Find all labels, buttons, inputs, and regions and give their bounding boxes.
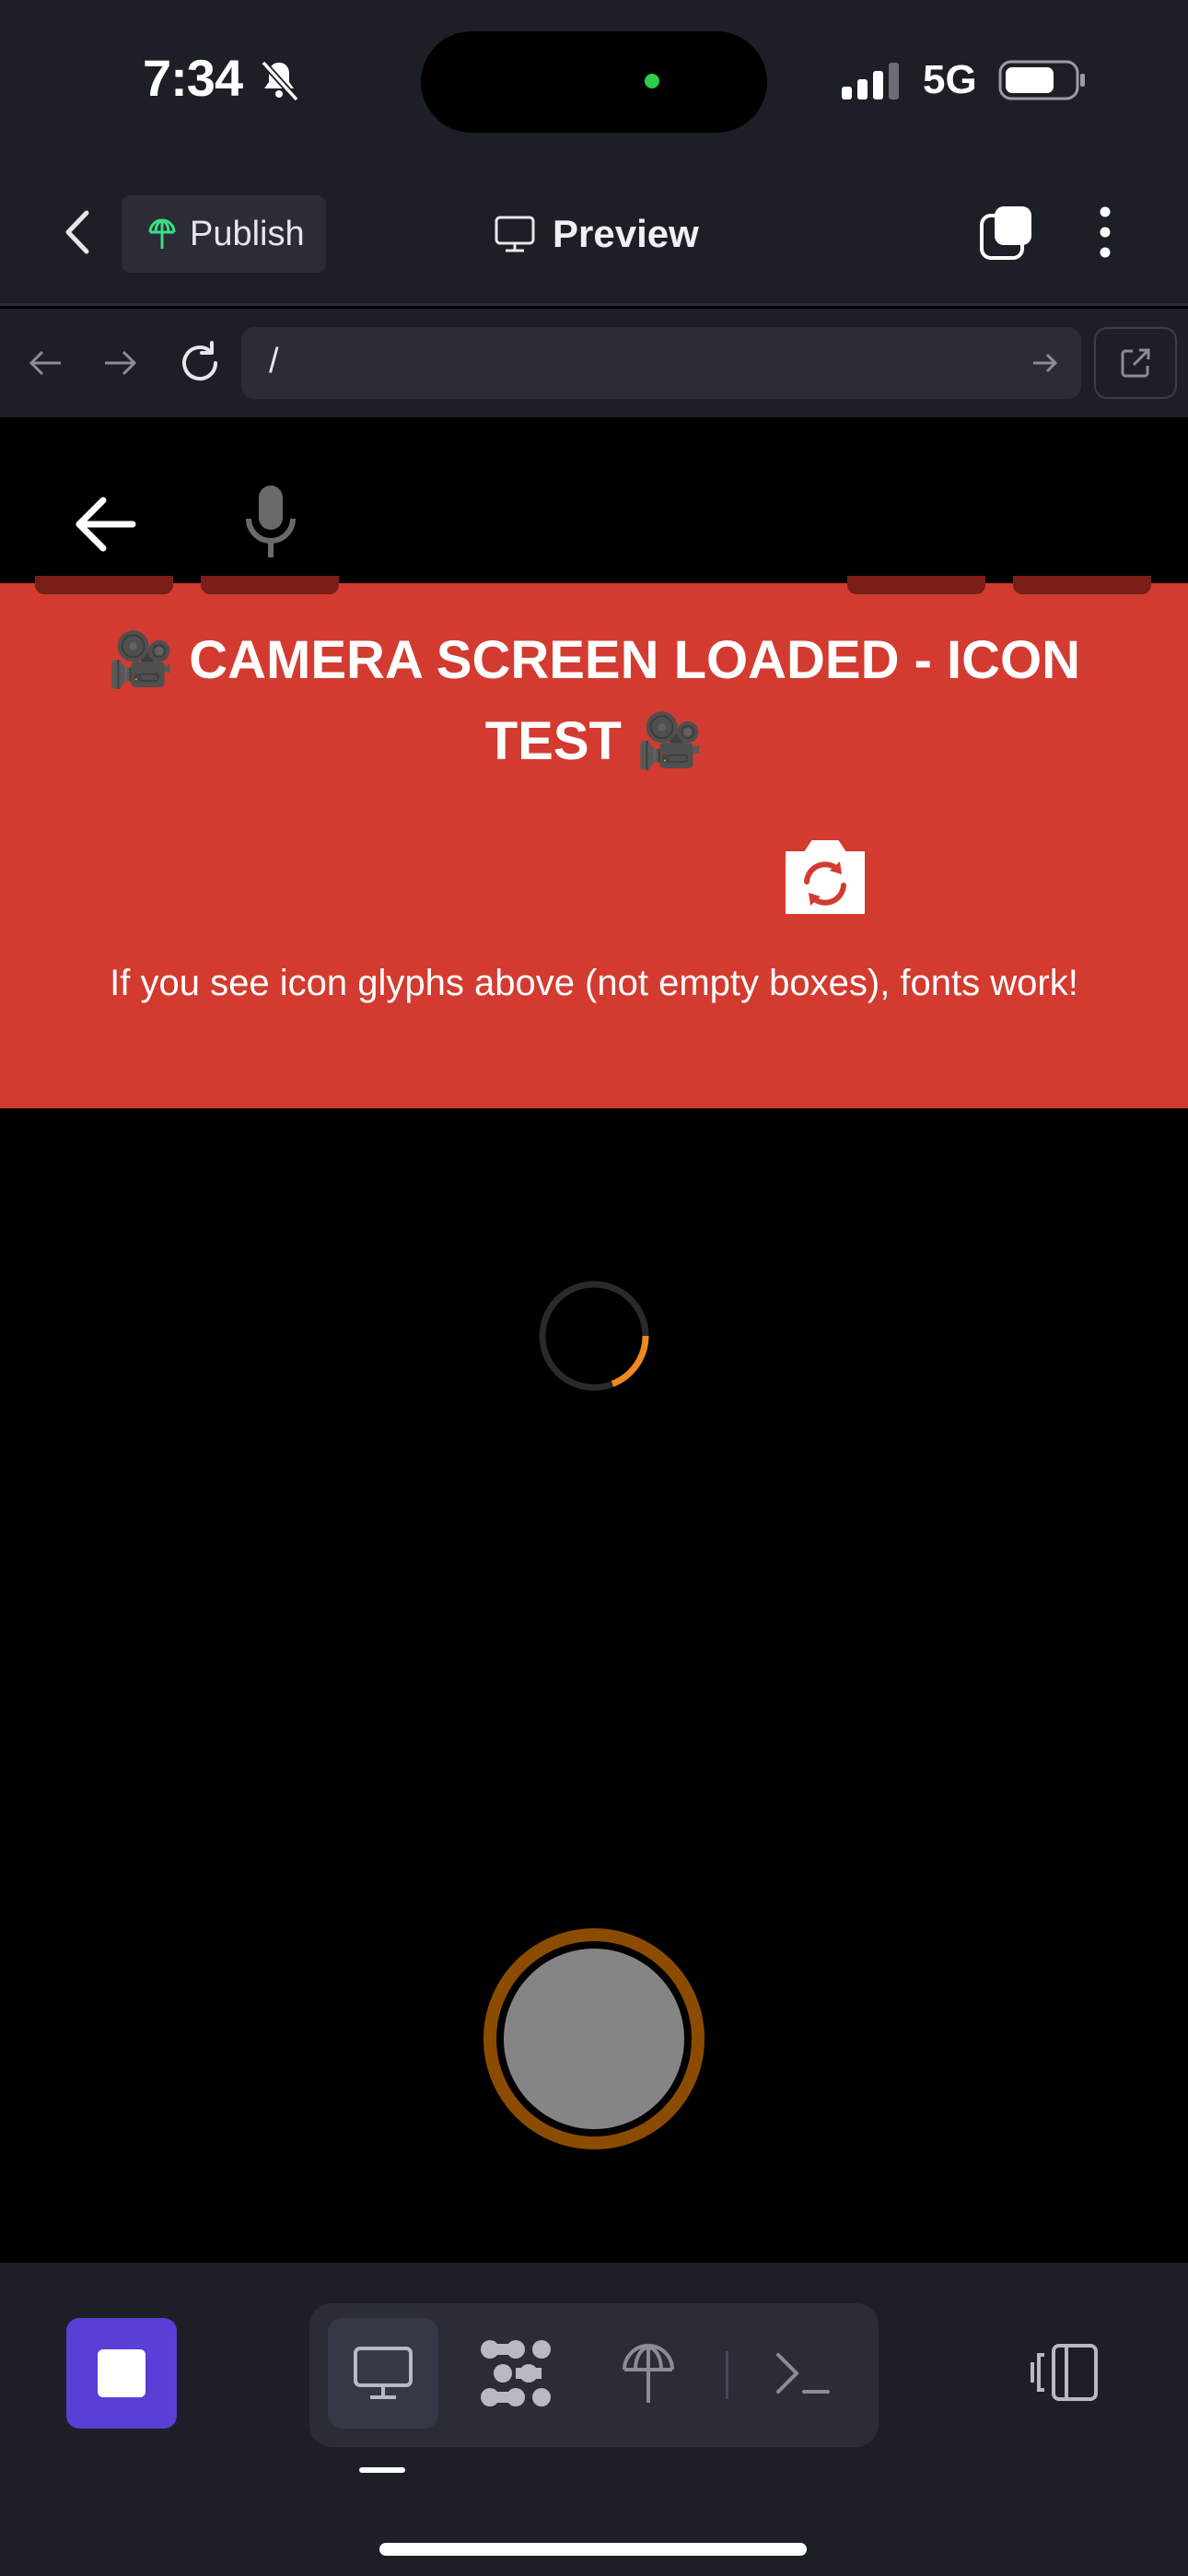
reload-icon[interactable] [175, 338, 225, 388]
active-tab-indicator [359, 2467, 405, 2473]
tool-preview[interactable] [328, 2318, 438, 2429]
stop-button[interactable] [66, 2318, 177, 2429]
loading-spinner-icon [539, 1281, 649, 1391]
tool-console[interactable] [748, 2318, 858, 2429]
hidden-tab [201, 576, 339, 594]
banner-title: 🎥 CAMERA SCREEN LOADED - ICON TEST 🎥 [107, 630, 1081, 771]
url-value: / [269, 342, 279, 381]
umbrella-antenna-icon [148, 218, 176, 249]
panel-toggle-icon[interactable] [1030, 2342, 1100, 2403]
hidden-tab [1013, 576, 1151, 594]
banner-note: If you see icon glyphs above (not empty … [110, 963, 1078, 1003]
tool-deploy[interactable] [593, 2318, 704, 2429]
signal-icon [842, 63, 899, 100]
shutter-button[interactable] [483, 1928, 705, 2149]
tabs-icon[interactable] [978, 203, 1035, 262]
deploy-icon [623, 2344, 674, 2403]
tool-group [309, 2303, 879, 2447]
dots-grid-icon [481, 2340, 551, 2406]
home-indicator [379, 2543, 807, 2556]
publish-label: Publish [190, 214, 305, 253]
url-input[interactable]: / [241, 327, 1081, 399]
dynamic-island [421, 31, 767, 133]
status-bar: 7:34 5G [0, 0, 1188, 157]
address-bar: / [0, 309, 1188, 417]
go-arrow-icon[interactable] [1028, 345, 1063, 381]
more-vertical-icon[interactable] [1092, 203, 1118, 262]
status-time: 7:34 [143, 49, 243, 107]
preview-label: Preview [553, 212, 699, 255]
tool-workspace[interactable] [460, 2318, 571, 2429]
preview-title[interactable]: Preview [494, 205, 699, 263]
publish-button[interactable]: Publish [122, 195, 326, 273]
camera-indicator [645, 74, 659, 88]
arrow-left-icon[interactable] [20, 338, 70, 388]
hidden-tab [847, 576, 985, 594]
back-arrow-icon[interactable] [72, 491, 138, 557]
microphone-icon[interactable] [241, 484, 300, 563]
hidden-tab [35, 576, 173, 594]
open-external-button[interactable] [1094, 327, 1177, 399]
arrow-right-icon[interactable] [96, 338, 146, 388]
battery-icon [998, 60, 1085, 100]
chevron-left-icon[interactable] [55, 207, 101, 257]
stop-icon [98, 2349, 146, 2397]
terminal-icon [776, 2353, 830, 2394]
bell-slash-icon [261, 60, 299, 102]
debug-banner: 🎥 CAMERA SCREEN LOADED - ICON TEST 🎥 If … [0, 583, 1188, 1108]
bottom-bar [0, 2263, 1188, 2576]
monitor-icon [495, 216, 535, 252]
camera-switch-icon[interactable] [779, 834, 871, 917]
top-toolbar: Publish Preview [0, 157, 1188, 306]
network-type: 5G [923, 57, 977, 102]
external-link-icon [1121, 348, 1150, 378]
monitor-icon [354, 2347, 413, 2399]
camera-screen: 🎥 CAMERA SCREEN LOADED - ICON TEST 🎥 If … [0, 417, 1188, 2263]
tool-separator [726, 2351, 728, 2399]
